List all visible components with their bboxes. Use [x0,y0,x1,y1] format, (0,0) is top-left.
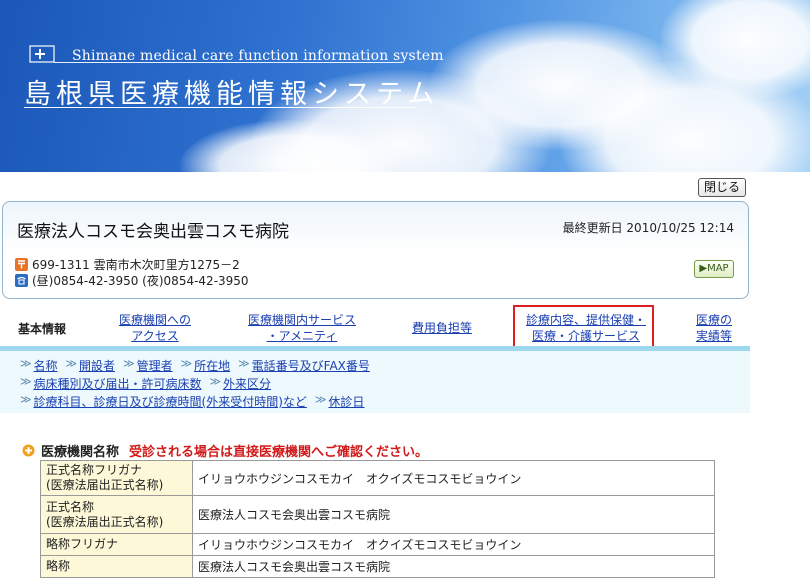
double-chevron-icon: ≫ [65,357,78,370]
label-line: 略称 [46,559,71,573]
link-founder[interactable]: 開設者 [79,357,115,374]
link-row: ≫ 病床種別及び届出・許可病床数 ≫ 外来区分 [20,375,279,392]
plus-bullet-icon [22,444,35,457]
table-label-cell: 正式名称 (医療法届出正式名称) [40,495,193,534]
link-closed-days[interactable]: 休診日 [328,393,364,410]
table-label-cell: 正式名称フリガナ (医療法届出正式名称) [40,460,193,496]
link-manager[interactable]: 管理者 [137,357,173,374]
double-chevron-icon: ≫ [20,375,32,388]
double-chevron-icon: ≫ [123,357,135,370]
banner-rule [24,107,416,108]
table-value-cell: イリョウホウジンコスモカイ オクイズモコスモビョウイン [192,533,715,556]
double-chevron-icon: ≫ [209,375,222,388]
tab-label: 医療の [695,313,732,327]
table-value-cell: 医療法人コスモ会奥出雲コスモ病院 [192,495,715,534]
section-links-panel: ≫ 名称 ≫ 開設者 ≫ 管理者 ≫ 所在地 ≫ 電話番号及びFAX番号 ≫ 病床種別及び届… [0,351,750,413]
hospital-name: 医療法人コスモ会奥出雲コスモ病院 [17,222,289,242]
address-text: 699-1311 雲南市木次町里方1275－2 [32,258,240,272]
tab-basic-info[interactable]: 基本情報 [18,320,66,337]
phone-icon [15,274,28,287]
banner-title: 島根県医療機能情報システム [24,79,440,110]
tab-highlight-box [513,305,654,351]
double-chevron-icon: ≫ [314,393,327,406]
link-phone-fax[interactable]: 電話番号及びFAX番号 [252,357,370,374]
double-chevron-icon: ≫ [180,357,193,370]
double-chevron-icon: ≫ [20,393,32,406]
table-row: 正式名称フリガナ (医療法届出正式名称) イリョウホウジンコスモカイ オクイズモ… [40,460,715,496]
table-label-cell: 略称フリガナ [40,533,193,556]
label-line: (医療法届出正式名称) [46,514,164,529]
section-title: 医療機関名称 [41,445,120,460]
close-button[interactable]: 閉じる [698,178,746,197]
table-label-cell: 略称 [40,555,193,578]
label-line: 正式名称フリガナ [46,463,143,477]
link-name[interactable]: 名称 [34,357,58,374]
banner-subtitle: Shimane medical care function informatio… [72,48,444,64]
medical-cross-icon [29,45,55,63]
tab-services-amenities[interactable]: 医療機関内サービス ・アメニティ [236,312,368,344]
section-header: 医療機関名称 受診される場合は直接医療機関へご確認ください。 [22,441,428,460]
tab-medical-results[interactable]: 医療の 実績等 [686,312,742,344]
table-value-cell: イリョウホウジンコスモカイ オクイズモコスモビョウイン [192,460,715,496]
tab-label: ・アメニティ [266,329,338,343]
table-row: 略称フリガナ イリョウホウジンコスモカイ オクイズモコスモビョウイン [40,533,715,556]
double-chevron-icon: ≫ [20,357,32,370]
label-line: (医療法届出正式名称) [46,478,164,492]
link-beds[interactable]: 病床種別及び届出・許可病床数 [34,375,202,392]
header-banner: Shimane medical care function informatio… [0,0,810,172]
tab-costs[interactable]: 費用負担等 [400,320,484,336]
phone-row: (昼)0854-42-3950 (夜)0854-42-3950 [15,272,249,289]
tab-access[interactable]: 医療機関への アクセス [105,312,205,344]
table-value-cell: 医療法人コスモ会奥出雲コスモ病院 [192,555,715,578]
link-outpatient[interactable]: 外来区分 [223,375,271,392]
section-warning-note: 受診される場合は直接医療機関へご確認ください。 [129,445,429,460]
tab-label: 医療機関への [118,313,191,327]
hospital-info-box: 医療法人コスモ会奥出雲コスモ病院 最終更新日 2010/10/25 12:14 … [2,201,749,299]
link-row: ≫ 名称 ≫ 開設者 ≫ 管理者 ≫ 所在地 ≫ 電話番号及びFAX番号 [20,357,378,374]
address-row: 699-1311 雲南市木次町里方1275－2 [15,256,240,273]
map-button[interactable]: ▶MAP [694,260,734,278]
hospital-name-table: 正式名称フリガナ (医療法届出正式名称) イリョウホウジンコスモカイ オクイズモ… [40,460,715,578]
label-line: 正式名称 [46,499,95,514]
link-departments-hours[interactable]: 診療科目、診療日及び診療時間(外来受付時間)など [34,393,307,410]
postal-icon [15,258,28,271]
link-row: ≫ 診療科目、診療日及び診療時間(外来受付時間)など ≫ 休診日 [20,393,372,410]
last-updated: 最終更新日 2010/10/25 12:14 [562,221,734,235]
double-chevron-icon: ≫ [238,357,250,370]
label-line: 略称フリガナ [46,537,119,551]
table-row: 略称 医療法人コスモ会奥出雲コスモ病院 [40,555,715,578]
tab-label: 医療機関内サービス [247,313,356,327]
table-row: 正式名称 (医療法届出正式名称) 医療法人コスモ会奥出雲コスモ病院 [40,495,715,534]
phone-text: (昼)0854-42-3950 (夜)0854-42-3950 [32,274,249,288]
link-location[interactable]: 所在地 [194,357,230,374]
tab-label: 実績等 [695,329,732,343]
tab-label: アクセス [131,329,179,343]
